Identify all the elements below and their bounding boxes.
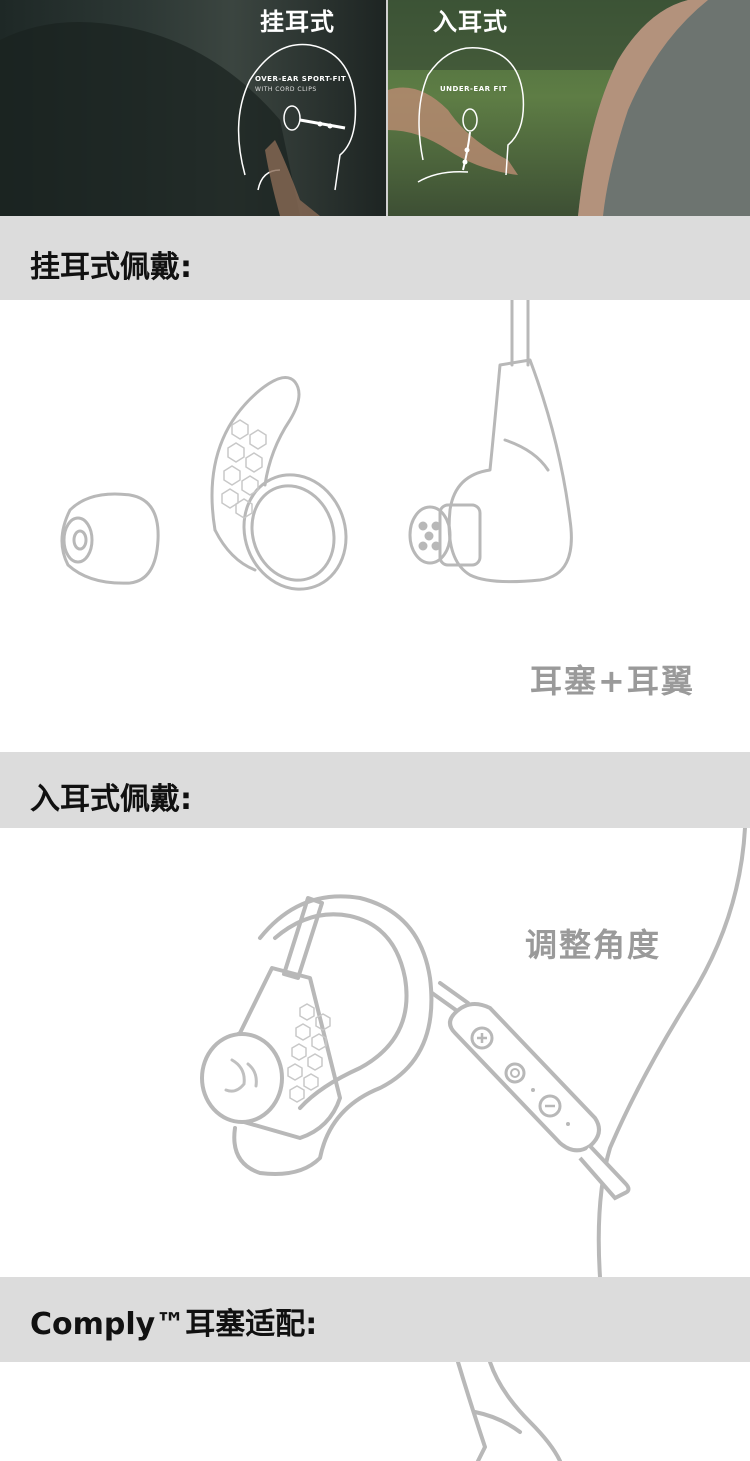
over-ear-badge-sub: WITH CORD CLIPS [255,86,317,93]
over-ear-badge: OVER-EAR SPORT-FIT [255,75,347,83]
caption-eartip-wing: 耳塞+耳翼 [530,662,695,700]
under-ear-photo: 入耳式 UNDER-EAR FIT [388,0,750,216]
section-band-under-ear: 入耳式佩戴: [0,752,750,828]
under-ear-diagram-panel: 调整角度 [0,828,750,1277]
under-ear-badge: UNDER-EAR FIT [440,85,508,93]
over-ear-title: 挂耳式 [260,8,335,36]
inline-remote-icon [448,1002,631,1201]
eartip-icon [60,492,160,585]
caption-adjust-angle: 调整角度 [525,926,662,964]
angle-adjust-diagram [200,828,747,1277]
section-title-under-ear: 入耳式佩戴: [30,782,192,817]
section-title-over-ear: 挂耳式佩戴: [30,250,192,285]
section-title-comply: Comply™耳塞适配: [30,1307,318,1342]
comply-diagram-panel [0,1362,750,1461]
earbud-logo-icon [200,1032,284,1124]
comply-eartip-diagram [456,1362,562,1461]
earbud-icon [408,300,573,584]
earwing-icon [210,376,348,591]
hero-banner: 挂耳式 OVER-EAR SPORT-FIT WITH CORD CLIPS 入… [0,0,750,216]
section-band-over-ear: 挂耳式佩戴: [0,216,750,300]
over-ear-photo: 挂耳式 OVER-EAR SPORT-FIT WITH CORD CLIPS [0,0,388,216]
under-ear-title: 入耳式 [433,8,508,36]
over-ear-diagram-panel: 耳塞+耳翼 [0,300,750,752]
section-band-comply: Comply™耳塞适配: [0,1277,750,1362]
